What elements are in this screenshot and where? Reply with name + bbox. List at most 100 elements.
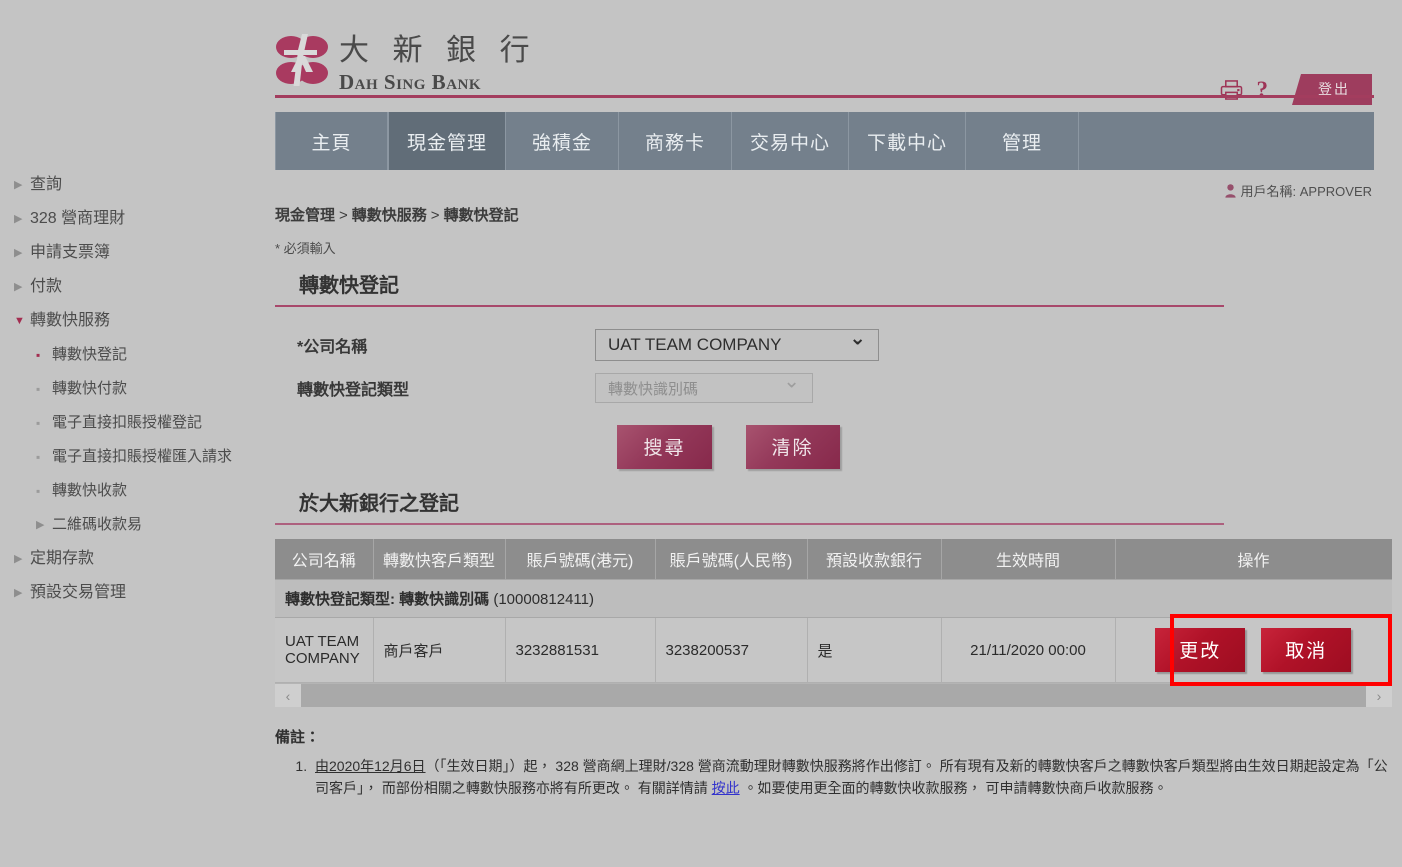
chevron-right-icon: ▶: [14, 209, 30, 229]
horizontal-scrollbar[interactable]: ‹ ›: [275, 683, 1392, 707]
scroll-right-button[interactable]: ›: [1366, 684, 1392, 707]
breadcrumb-item-1[interactable]: 轉數快服務: [352, 207, 427, 224]
sidebar-item-label: 預設交易管理: [30, 583, 126, 603]
chevron-down-icon: ⌄: [849, 326, 866, 351]
sidebar-item-12[interactable]: ▶預設交易管理: [0, 576, 275, 610]
chevron-right-icon: ▶: [14, 549, 30, 569]
sidebar-navigation: ▶查詢▶328 營商理財▶申請支票簿▶付款▼轉數快服務▪轉數快登記▪轉數快付款▪…: [0, 168, 275, 610]
scrollbar-track[interactable]: [301, 684, 1366, 707]
sidebar-item-4[interactable]: ▼轉數快服務: [0, 304, 275, 338]
nav-tab-1[interactable]: 現金管理: [388, 112, 506, 170]
form-label-0: *公司名稱: [275, 333, 595, 357]
search-button[interactable]: 搜尋: [617, 425, 711, 469]
current-user-info: 用戶名稱: APPROVER: [275, 181, 1372, 200]
default-bank-cell: 是: [807, 618, 941, 683]
sidebar-item-5[interactable]: ▪轉數快登記: [0, 338, 275, 372]
chevron-right-icon: ▶: [36, 515, 52, 535]
breadcrumb-item-0[interactable]: 現金管理: [275, 207, 335, 224]
results-table-container: 公司名稱轉數快客戶類型賬戶號碼(港元)賬戶號碼(人民幣)預設收款銀行生效時間操作…: [275, 539, 1392, 707]
sidebar-item-label: 定期存款: [30, 549, 94, 569]
nav-tab-2[interactable]: 強積金: [506, 112, 619, 170]
bullet-square-icon: ▪: [36, 379, 52, 399]
bank-logo: 大 新 銀 行 Dah Sing Bank: [275, 32, 537, 93]
sidebar-item-2[interactable]: ▶申請支票簿: [0, 236, 275, 270]
form-row-0: *公司名稱UAT TEAM COMPANY⌄: [275, 329, 1402, 361]
nav-tab-3[interactable]: 商務卡: [619, 112, 732, 170]
registration-type-select: 轉數快識別碼⌄: [595, 373, 813, 403]
nav-tab-5[interactable]: 下載中心: [849, 112, 966, 170]
dah-sing-logo-icon: [275, 32, 329, 88]
form-row-1: 轉數快登記類型轉數快識別碼⌄: [275, 373, 1402, 403]
breadcrumb: 現金管理>轉數快服務>轉數快登記: [275, 204, 1402, 225]
breadcrumb-item-2[interactable]: 轉數快登記: [444, 207, 519, 224]
sidebar-item-3[interactable]: ▶付款: [0, 270, 275, 304]
nav-tab-0[interactable]: 主頁: [275, 112, 388, 170]
registration-table: 公司名稱轉數快客戶類型賬戶號碼(港元)賬戶號碼(人民幣)預設收款銀行生效時間操作…: [275, 539, 1392, 683]
header-toolbar: ? 登出: [1220, 74, 1373, 105]
search-form: *公司名稱UAT TEAM COMPANY⌄轉數快登記類型轉數快識別碼⌄: [275, 329, 1402, 403]
remark-effective-date: 由2020年12月6日: [315, 758, 426, 774]
scroll-left-button[interactable]: ‹: [275, 684, 301, 707]
bullet-square-icon: ▪: [36, 447, 52, 467]
sidebar-item-1[interactable]: ▶328 營商理財: [0, 202, 275, 236]
page-header: 大 新 銀 行 Dah Sing Bank ? 登出: [275, 0, 1402, 112]
sidebar-item-6[interactable]: ▪轉數快付款: [0, 372, 275, 406]
sidebar-item-7[interactable]: ▪電子直接扣賬授權登記: [0, 406, 275, 440]
column-header-1: 轉數快客戶類型: [373, 539, 505, 580]
column-header-4: 預設收款銀行: [807, 539, 941, 580]
action-cell: 更改取消: [1115, 618, 1392, 683]
application-window: ▶查詢▶328 營商理財▶申請支票簿▶付款▼轉數快服務▪轉數快登記▪轉數快付款▪…: [0, 0, 1402, 867]
sidebar-item-0[interactable]: ▶查詢: [0, 168, 275, 202]
company-cell: UAT TEAM COMPANY: [275, 618, 373, 683]
sidebar-item-8[interactable]: ▪電子直接扣賬授權匯入請求: [0, 440, 275, 474]
chevron-right-icon: ▶: [14, 277, 30, 297]
page-title-underline: [275, 305, 1224, 307]
cancel-button[interactable]: 取消: [1261, 628, 1351, 672]
sidebar-item-10[interactable]: ▶二維碼收款易: [0, 508, 275, 542]
company-name-select[interactable]: UAT TEAM COMPANY⌄: [595, 329, 879, 361]
sidebar-item-label: 申請支票簿: [30, 243, 110, 263]
sidebar-item-label: 付款: [30, 277, 62, 297]
chevron-right-icon: ▶: [14, 583, 30, 603]
chevron-down-icon: ▼: [14, 311, 30, 331]
modify-button[interactable]: 更改: [1155, 628, 1245, 672]
group-label: 轉數快登記類型: 轉數快識別碼: [285, 591, 493, 608]
remark-details-link[interactable]: 按此: [712, 780, 740, 796]
remarks-section: 備註： 由2020年12月6日（「生效日期」）起， 328 營商網上理財/328…: [275, 727, 1390, 799]
remarks-title: 備註：: [275, 727, 1390, 749]
effective-time-cell: 21/11/2020 00:00: [941, 618, 1115, 683]
sidebar-item-label: 二維碼收款易: [52, 515, 142, 535]
nav-filler: [1079, 112, 1374, 170]
sidebar-item-11[interactable]: ▶定期存款: [0, 542, 275, 576]
group-header-row: 轉數快登記類型: 轉數快識別碼 (10000812411): [275, 580, 1392, 618]
chevron-down-icon: ⌄: [783, 369, 800, 394]
table-body: 轉數快登記類型: 轉數快識別碼 (10000812411)UAT TEAM CO…: [275, 580, 1392, 683]
username-label: 用戶名稱: APPROVER: [1241, 181, 1372, 200]
column-header-6: 操作: [1115, 539, 1392, 580]
account-cny-cell: 3238200537: [655, 618, 807, 683]
chevron-right-icon: ▶: [14, 175, 30, 195]
nav-tab-4[interactable]: 交易中心: [732, 112, 849, 170]
logo-english-name: Dah Sing Bank: [339, 72, 537, 93]
clear-button[interactable]: 清除: [746, 425, 840, 469]
sidebar-item-label: 轉數快服務: [30, 311, 110, 331]
form-label-1: 轉數快登記類型: [275, 376, 595, 400]
user-icon: [1225, 184, 1236, 198]
results-title-section: 於大新銀行之登記: [275, 487, 1224, 525]
breadcrumb-separator: >: [335, 207, 352, 224]
sidebar-item-label: 查詢: [30, 175, 62, 195]
sidebar-item-label: 轉數快登記: [52, 345, 127, 365]
sidebar-item-label: 轉數快付款: [52, 379, 127, 399]
column-header-5: 生效時間: [941, 539, 1115, 580]
table-row: UAT TEAM COMPANY商戶客戶32328815313238200537…: [275, 618, 1392, 683]
bullet-square-icon: ▪: [36, 481, 52, 501]
sidebar-item-9[interactable]: ▪轉數快收款: [0, 474, 275, 508]
sidebar-item-label: 328 營商理財: [30, 209, 125, 229]
remarks-list: 由2020年12月6日（「生效日期」）起， 328 營商網上理財/328 營商流…: [275, 755, 1390, 799]
sidebar-item-label: 電子直接扣賬授權匯入請求: [52, 447, 232, 467]
select-value: 轉數快識別碼: [608, 378, 698, 399]
results-title-underline: [275, 523, 1224, 525]
nav-tab-6[interactable]: 管理: [966, 112, 1079, 170]
column-header-0: 公司名稱: [275, 539, 373, 580]
logout-button[interactable]: 登出: [1292, 74, 1372, 105]
